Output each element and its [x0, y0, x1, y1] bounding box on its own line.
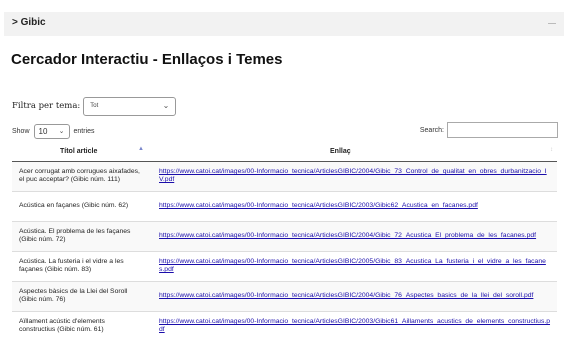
article-title: Aspectes bàsics de la Llei del Soroll (G…	[12, 280, 144, 311]
entries-per-page-select[interactable]: 10 ⌄	[33, 123, 70, 139]
filter-label: Filtra per tema:	[12, 101, 81, 111]
table-header-row: Títol article ▲ Enllaç ↕	[12, 143, 557, 162]
chevron-down-icon: ⌄	[58, 127, 65, 135]
table-row: Acer corrugat amb corrugues aixafades, e…	[12, 160, 557, 191]
length-suffix: entries	[73, 127, 95, 135]
topic-select-value: Tot	[90, 102, 99, 109]
article-link[interactable]: https://www.catoi.cat/images/00-Informac…	[159, 292, 533, 299]
page-title: Cercador Interactiu - Enllaços i Temes	[11, 51, 283, 68]
column-header-title[interactable]: Títol article ▲	[12, 143, 144, 162]
table-row: Acústica en façanes (Gibic núm. 62) http…	[12, 190, 557, 221]
article-link[interactable]: https://www.catoi.cat/images/00-Informac…	[159, 168, 547, 183]
length-prefix: Show	[12, 127, 30, 135]
breadcrumb-bar: > Gibic	[4, 12, 564, 36]
search-input[interactable]	[447, 122, 558, 138]
column-header-title-label: Títol article	[60, 148, 98, 156]
article-link[interactable]: https://www.catoi.cat/images/00-Informac…	[159, 318, 550, 333]
collapse-icon[interactable]	[548, 23, 556, 24]
table-row: Aspectes bàsics de la Llei del Soroll (G…	[12, 280, 557, 311]
article-link[interactable]: https://www.catoi.cat/images/00-Informac…	[159, 202, 478, 209]
breadcrumb[interactable]: > Gibic	[12, 17, 46, 28]
column-header-link[interactable]: Enllaç ↕	[144, 143, 557, 162]
search-label: Search:	[419, 126, 444, 134]
table-row: Aïllament acústic d'elements constructiu…	[12, 310, 557, 341]
column-header-link-label: Enllaç	[330, 148, 351, 156]
article-title: Acústica en façanes (Gibic núm. 62)	[12, 190, 144, 221]
article-link[interactable]: https://www.catoi.cat/images/00-Informac…	[159, 232, 536, 239]
sort-icon: ↕	[550, 147, 553, 153]
article-link[interactable]: https://www.catoi.cat/images/00-Informac…	[159, 258, 546, 273]
article-title: Acústica. El problema de les façanes (Gi…	[12, 220, 144, 251]
table-row: Acústica. El problema de les façanes (Gi…	[12, 220, 557, 251]
table-row: Acústica. La fusteria i el vidre a les f…	[12, 250, 557, 281]
length-menu: Show 10 ⌄ entries	[12, 123, 95, 139]
article-title: Acer corrugat amb corrugues aixafades, e…	[12, 160, 144, 191]
article-title: Acústica. La fusteria i el vidre a les f…	[12, 250, 144, 281]
articles-table: Títol article ▲ Enllaç ↕ Acer corrugat a…	[12, 143, 557, 341]
article-title: Aïllament acústic d'elements constructiu…	[12, 310, 144, 341]
topic-filter: Filtra per tema: Tot ⌄	[12, 96, 177, 116]
chevron-down-icon: ⌄	[162, 100, 170, 110]
entries-per-page-value: 10	[38, 126, 48, 136]
search-area: Search:	[420, 122, 558, 138]
topic-select[interactable]: Tot ⌄	[83, 96, 177, 116]
